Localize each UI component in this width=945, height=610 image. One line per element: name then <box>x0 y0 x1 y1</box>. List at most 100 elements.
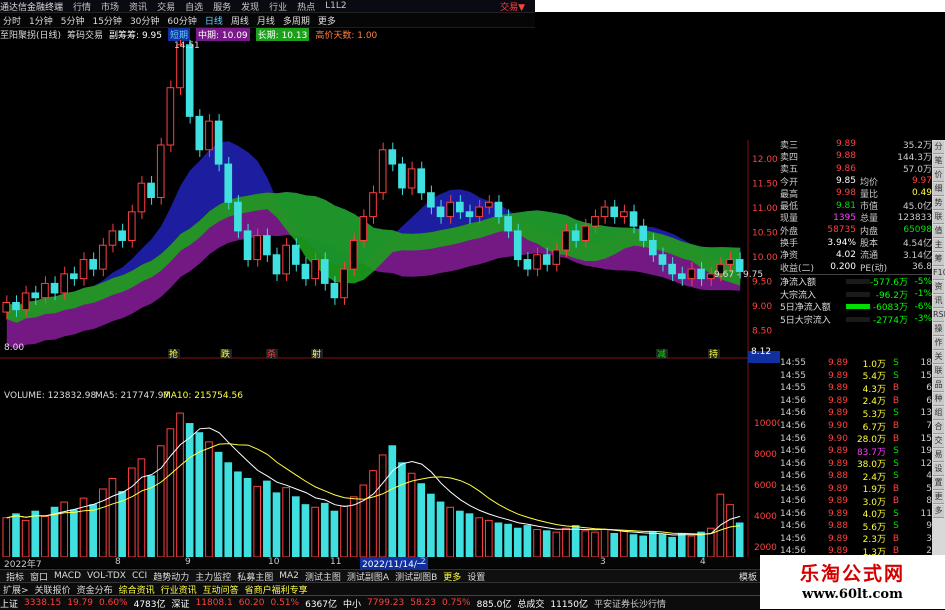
side-tab[interactable]: 筹 <box>933 253 944 266</box>
side-tab[interactable]: 组 <box>933 407 944 420</box>
side-tab[interactable]: 资 <box>933 281 944 294</box>
side-tab[interactable]: F10 <box>933 267 945 280</box>
tick-row[interactable]: 14:55 9.89 1.0万 S 18 <box>780 357 932 370</box>
indicator-tab[interactable]: VOL-TDX <box>84 571 129 581</box>
tick-row[interactable]: 14:56 9.90 6.7万 B 7 <box>780 420 932 433</box>
side-tab[interactable]: 交 <box>933 435 944 448</box>
date-axis-label: 2 <box>420 557 426 567</box>
main-indicator-label[interactable]: 至阳聚拐(日线) <box>0 28 61 41</box>
period-button[interactable]: 15分钟 <box>89 14 124 27</box>
tick-row[interactable]: 14:56 9.89 2.4万 B 6 <box>780 395 932 408</box>
extension-tab[interactable]: 行业资讯 <box>158 583 200 596</box>
menu-item[interactable]: 热点 <box>297 0 315 13</box>
indicator-tab[interactable]: 主力监控 <box>192 570 234 583</box>
indicator-tab[interactable]: 测试副图A <box>344 570 392 583</box>
indicator-tab[interactable]: 私募主图 <box>234 570 276 583</box>
candle <box>195 115 204 151</box>
side-tab[interactable]: 操 <box>933 323 944 336</box>
period-button[interactable]: 多周期 <box>280 14 313 27</box>
side-tab[interactable]: 联 <box>933 365 944 378</box>
indicator-tab[interactable]: 设置 <box>464 570 488 583</box>
extension-tab[interactable]: 关联报价 <box>32 583 74 596</box>
indicator-tab[interactable]: MA2 <box>276 571 302 581</box>
tick-direction: S <box>893 471 899 482</box>
tick-row[interactable]: 14:55 9.89 4.3万 B 6 <box>780 382 932 395</box>
signal-label: 杀 <box>267 348 276 360</box>
kline-chart[interactable]: 14.518.009.67 - 9.7512.0011.5011.0010.50… <box>0 40 780 557</box>
tick-count: 3 <box>926 533 932 544</box>
tick-row[interactable]: 14:56 9.89 3.0万 B 8 <box>780 495 932 508</box>
side-tab[interactable]: 关 <box>933 351 944 364</box>
side-tab[interactable]: 讯 <box>933 295 944 308</box>
period-button[interactable]: 60分钟 <box>164 14 199 27</box>
side-tab[interactable]: 主 <box>933 239 944 252</box>
side-tab[interactable]: 势 <box>933 197 944 210</box>
menu-item[interactable]: 资讯 <box>129 0 147 13</box>
indicator-tab[interactable]: 窗口 <box>27 570 51 583</box>
tick-row[interactable]: 14:55 9.89 5.4万 S 15 <box>780 370 932 383</box>
side-tab[interactable]: 易 <box>933 449 944 462</box>
side-tab[interactable]: 笔 <box>933 155 944 168</box>
menu-item[interactable]: 行情 <box>73 0 91 13</box>
side-tab[interactable]: 合 <box>933 421 944 434</box>
side-tab[interactable]: 分 <box>933 141 944 154</box>
tick-row[interactable]: 14:56 9.88 5.6万 S 9 <box>780 520 932 533</box>
side-tab[interactable]: 联 <box>933 211 944 224</box>
side-tab[interactable]: 作 <box>933 337 944 350</box>
side-tab[interactable]: 设 <box>933 463 944 476</box>
candle <box>2 302 11 313</box>
tick-list[interactable]: 14:55 9.89 1.0万 S 18 14:55 9.89 5.4万 S 15 14:55 9.8… <box>780 357 932 558</box>
side-tab[interactable]: 品 <box>933 379 944 392</box>
status-item: 60.20 <box>238 598 265 608</box>
side-tab[interactable]: RSI <box>933 309 945 322</box>
volume-bar <box>533 529 541 557</box>
side-tab[interactable]: 多 <box>933 505 944 518</box>
trade-button[interactable]: 交易▼ <box>500 0 525 13</box>
tick-row[interactable]: 14:56 9.89 83.7万 S 19 <box>780 445 932 458</box>
period-button[interactable]: 5分钟 <box>58 14 88 27</box>
tick-row[interactable]: 14:56 9.89 2.3万 B 3 <box>780 533 932 546</box>
tick-row[interactable]: 14:56 9.89 5.3万 S 13 <box>780 407 932 420</box>
tick-row[interactable]: 14:56 9.90 28.0万 B 15 <box>780 432 932 446</box>
candle <box>349 239 358 270</box>
extension-tab[interactable]: 互动问答 <box>200 583 242 596</box>
indicator-tab[interactable]: 测试主图 <box>302 570 344 583</box>
indicator-tab[interactable]: 更多 <box>440 570 464 583</box>
tick-time: 14:55 <box>780 383 806 394</box>
extension-tab[interactable]: 省商户福利专享 <box>242 583 311 596</box>
chips-label[interactable]: 筹码交易 <box>67 28 103 41</box>
side-tab[interactable]: 价 <box>933 169 944 182</box>
indicator-tab[interactable]: MACD <box>51 571 84 581</box>
period-button[interactable]: 更多 <box>315 14 339 27</box>
period-button[interactable]: 1分钟 <box>26 14 56 27</box>
menu-item[interactable]: 发现 <box>241 0 259 13</box>
menu-item[interactable]: 市场 <box>101 0 119 13</box>
extension-tab[interactable]: 资金分布 <box>74 583 116 596</box>
extension-tab[interactable]: 综合资讯 <box>116 583 158 596</box>
period-button[interactable]: 周线 <box>228 14 252 27</box>
indicator-tab[interactable]: CCI <box>129 571 150 581</box>
indicator-tab[interactable]: 趋势动力 <box>150 570 192 583</box>
period-button[interactable]: 分时 <box>0 14 24 27</box>
side-tab[interactable]: 种 <box>933 393 944 406</box>
menu-item[interactable]: 交易 <box>157 0 175 13</box>
template-tab[interactable]: 模板 <box>736 570 760 583</box>
menu-item[interactable]: 自选 <box>185 0 203 13</box>
side-tab[interactable]: 更 <box>933 491 944 504</box>
period-button[interactable]: 月线 <box>254 14 278 27</box>
period-button[interactable]: 30分钟 <box>127 14 162 27</box>
tick-row[interactable]: 14:56 9.89 4.0万 S 11 <box>780 508 932 521</box>
side-tab[interactable]: 值 <box>933 225 944 238</box>
extension-tab[interactable]: 扩展> <box>0 583 32 596</box>
menu-item[interactable]: 行业 <box>269 0 287 13</box>
period-button[interactable]: 日线 <box>202 14 226 27</box>
tick-row[interactable]: 14:56 9.88 2.4万 S 4 <box>780 470 932 483</box>
indicator-tab[interactable]: 指标 <box>3 570 27 583</box>
tick-row[interactable]: 14:56 9.89 38.0万 S 12 <box>780 457 932 471</box>
tick-row[interactable]: 14:56 9.89 1.9万 B 5 <box>780 482 932 496</box>
menu-item[interactable]: L1L2 <box>325 1 346 11</box>
indicator-tab[interactable]: 测试副图B <box>392 570 440 583</box>
side-tab[interactable]: 细 <box>933 183 944 196</box>
side-tab[interactable]: 置 <box>933 477 944 490</box>
menu-item[interactable]: 服务 <box>213 0 231 13</box>
